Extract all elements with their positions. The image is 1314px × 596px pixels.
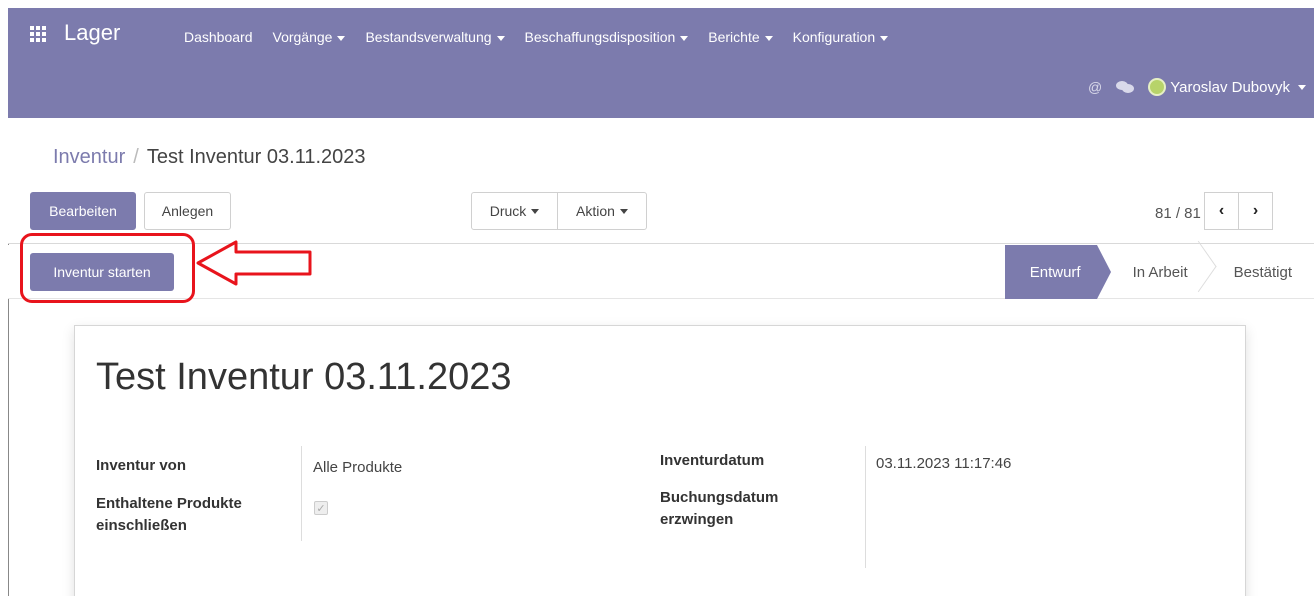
print-button-label: Druck: [489, 203, 527, 219]
chevron-down-icon: [531, 208, 540, 214]
include-products-label-line2: einschließen: [96, 517, 187, 534]
action-dropdown-button[interactable]: Aktion: [557, 192, 647, 230]
apps-grid-icon[interactable]: [30, 26, 46, 42]
menu-berichte[interactable]: Berichte: [708, 29, 773, 45]
chevron-down-icon: [764, 35, 773, 41]
force-date-label: Buchungsdatum erzwingen: [660, 487, 778, 531]
chevron-down-icon: [880, 35, 889, 41]
pager-previous-button[interactable]: ‹: [1204, 192, 1239, 230]
force-date-label-line1: Buchungsdatum: [660, 489, 779, 506]
include-products-label-line1: Enthaltene Produkte: [96, 495, 242, 512]
status-step-in-progress[interactable]: In Arbeit: [1107, 245, 1204, 299]
navbar-main-row: Lager Dashboard Vorgänge Bestandsverwalt…: [8, 8, 1314, 68]
top-navbar: Lager Dashboard Vorgänge Bestandsverwalt…: [8, 8, 1314, 118]
at-icon[interactable]: @: [1088, 79, 1102, 95]
menu-bestandsverwaltung[interactable]: Bestandsverwaltung: [365, 29, 505, 45]
pager-next-button[interactable]: ›: [1238, 192, 1273, 230]
inventory-date-label: Inventurdatum: [660, 452, 765, 469]
chevron-left-icon: ‹: [1218, 202, 1225, 219]
status-steps: Entwurf In Arbeit Bestätigt: [1004, 245, 1314, 299]
create-button[interactable]: Anlegen: [144, 192, 231, 230]
user-menu[interactable]: Yaroslav Dubovyk: [1148, 78, 1306, 96]
annotation-highlight-box: [20, 233, 195, 303]
annotation-arrow-icon: [196, 240, 312, 286]
breadcrumb-current: Test Inventur 03.11.2023: [146, 146, 366, 168]
chevron-down-icon: [496, 35, 505, 41]
chevron-down-icon: [619, 208, 628, 214]
breadcrumb-parent-link[interactable]: Inventur: [53, 146, 125, 168]
menu-vorgaenge[interactable]: Vorgänge: [273, 29, 346, 45]
record-title: Test Inventur 03.11.2023: [96, 356, 512, 398]
breadcrumb: Inventur / Test Inventur 03.11.2023: [53, 146, 366, 169]
menu-konfiguration[interactable]: Konfiguration: [793, 29, 889, 45]
control-panel: Inventur / Test Inventur 03.11.2023 Bearbe…: [8, 118, 1314, 244]
avatar: [1148, 78, 1167, 96]
chevron-right-icon: ›: [1252, 202, 1259, 219]
chevron-down-icon: [337, 35, 346, 41]
user-name: Yaroslav Dubovyk: [1170, 78, 1290, 96]
breadcrumb-separator: /: [133, 146, 139, 168]
inventory-of-value[interactable]: Alle Produkte: [313, 459, 402, 476]
force-date-label-line2: erzwingen: [660, 511, 734, 528]
chevron-down-icon: [680, 35, 689, 41]
menu-beschaffungsdisposition[interactable]: Beschaffungsdisposition: [525, 29, 689, 45]
field-divider: [301, 446, 302, 541]
field-divider: [865, 446, 866, 568]
chevron-down-icon: [1298, 84, 1306, 90]
pager-value[interactable]: 81 / 81: [1155, 205, 1201, 222]
status-step-draft[interactable]: Entwurf: [1004, 245, 1111, 299]
chat-icon[interactable]: [1116, 81, 1135, 93]
navbar-systray: @ Yaroslav Dubovyk: [1088, 78, 1306, 96]
include-products-checkbox[interactable]: ✓: [314, 501, 328, 515]
inventory-date-value[interactable]: 03.11.2023 11:17:46: [876, 455, 1011, 472]
form-sheet: Test Inventur 03.11.2023 Inventur von En…: [74, 325, 1246, 596]
main-menu: Dashboard Vorgänge Bestandsverwaltung Be…: [184, 29, 889, 45]
include-products-label: Enthaltene Produkte einschließen: [96, 493, 242, 537]
status-step-confirmed[interactable]: Bestätigt: [1204, 245, 1314, 299]
action-button-label: Aktion: [576, 203, 615, 219]
checkmark-icon: ✓: [316, 502, 326, 515]
menu-dashboard[interactable]: Dashboard: [184, 29, 253, 45]
edit-button[interactable]: Bearbeiten: [30, 192, 136, 230]
app-title[interactable]: Lager: [64, 20, 120, 46]
print-dropdown-button[interactable]: Druck: [471, 192, 558, 230]
inventory-of-label: Inventur von: [96, 457, 187, 474]
form-statusbar: Inventur starten Entwurf In Arbeit Bestä…: [8, 233, 1314, 303]
